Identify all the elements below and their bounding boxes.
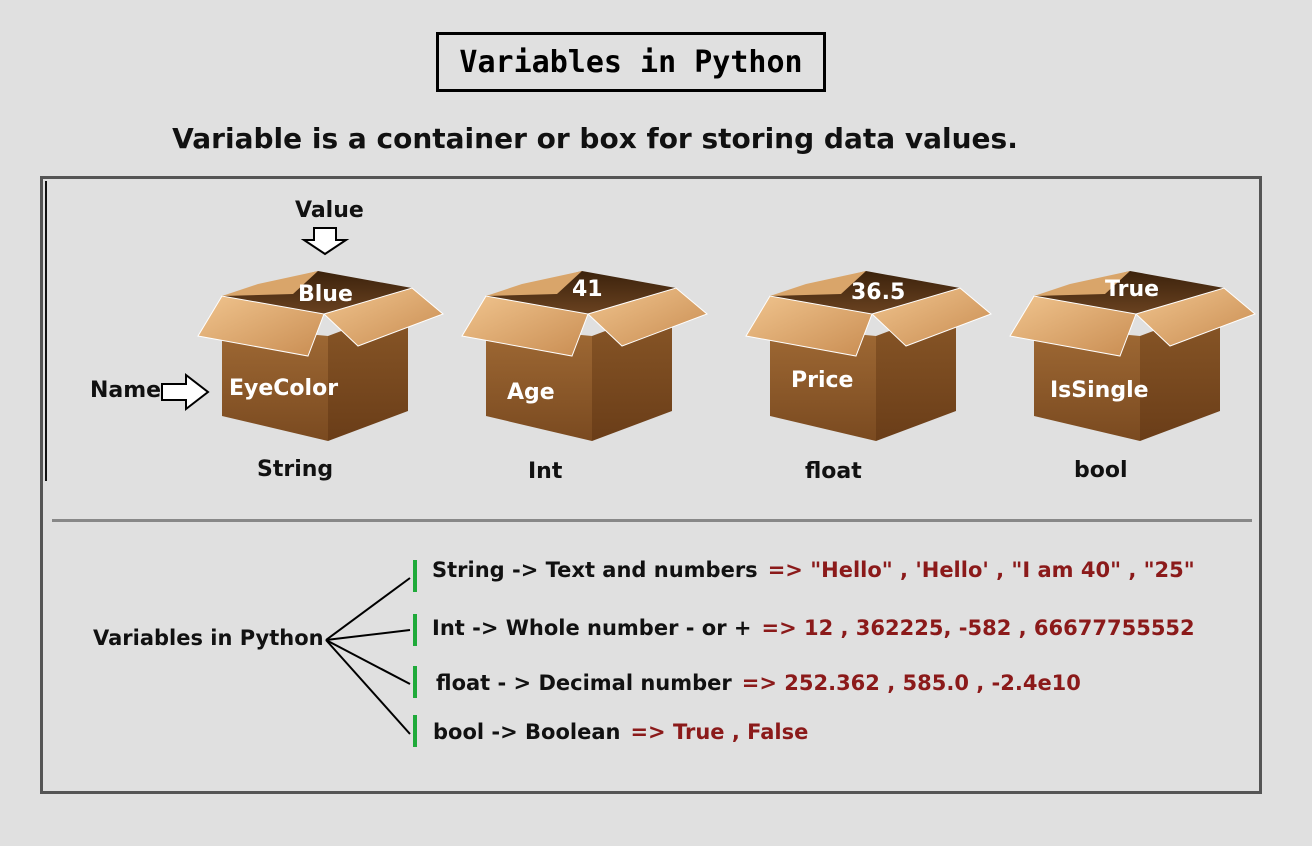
box-name: Price xyxy=(791,368,854,393)
name-pointer-label: Name xyxy=(90,378,162,403)
type-description: Int -> Whole number - or + xyxy=(432,616,752,640)
box-name: EyeColor xyxy=(229,376,339,401)
tree-root-label: Variables in Python xyxy=(93,626,324,650)
value-pointer-label: Value xyxy=(295,198,364,223)
type-description: String -> Text and numbers xyxy=(432,558,758,582)
down-arrow-icon xyxy=(300,227,350,256)
type-description: float - > Decimal number xyxy=(436,671,732,695)
tree-connector xyxy=(325,577,411,735)
list-item: Int -> Whole number - or + => 12 , 36222… xyxy=(432,616,1195,640)
list-bullet-bar xyxy=(413,666,417,698)
list-bullet-bar xyxy=(413,715,417,747)
box-value: True xyxy=(1105,277,1160,302)
type-examples: => 252.362 , 585.0 , -2.4e10 xyxy=(741,671,1081,695)
box-type-label: float xyxy=(805,459,862,484)
right-arrow-icon xyxy=(161,372,210,412)
box-value: Blue xyxy=(298,282,353,307)
box-value: 41 xyxy=(572,277,603,302)
list-item: float - > Decimal number => 252.362 , 58… xyxy=(436,671,1081,695)
box-type-label: bool xyxy=(1074,458,1128,483)
type-examples: => "Hello" , 'Hello' , "I am 40" , "25" xyxy=(767,558,1195,582)
type-description: bool -> Boolean xyxy=(433,720,621,744)
box-type-label: Int xyxy=(528,459,563,484)
box-type-label: String xyxy=(257,457,334,482)
list-item: String -> Text and numbers => "Hello" , … xyxy=(432,558,1195,582)
list-item: bool -> Boolean => True , False xyxy=(433,720,808,744)
box-value: 36.5 xyxy=(851,280,906,305)
box-name: Age xyxy=(507,380,555,405)
box-name: IsSingle xyxy=(1050,378,1149,403)
list-bullet-bar xyxy=(413,614,417,646)
type-examples: => True , False xyxy=(630,720,809,744)
type-examples: => 12 , 362225, -582 , 66677755552 xyxy=(761,616,1195,640)
list-bullet-bar xyxy=(413,560,417,592)
